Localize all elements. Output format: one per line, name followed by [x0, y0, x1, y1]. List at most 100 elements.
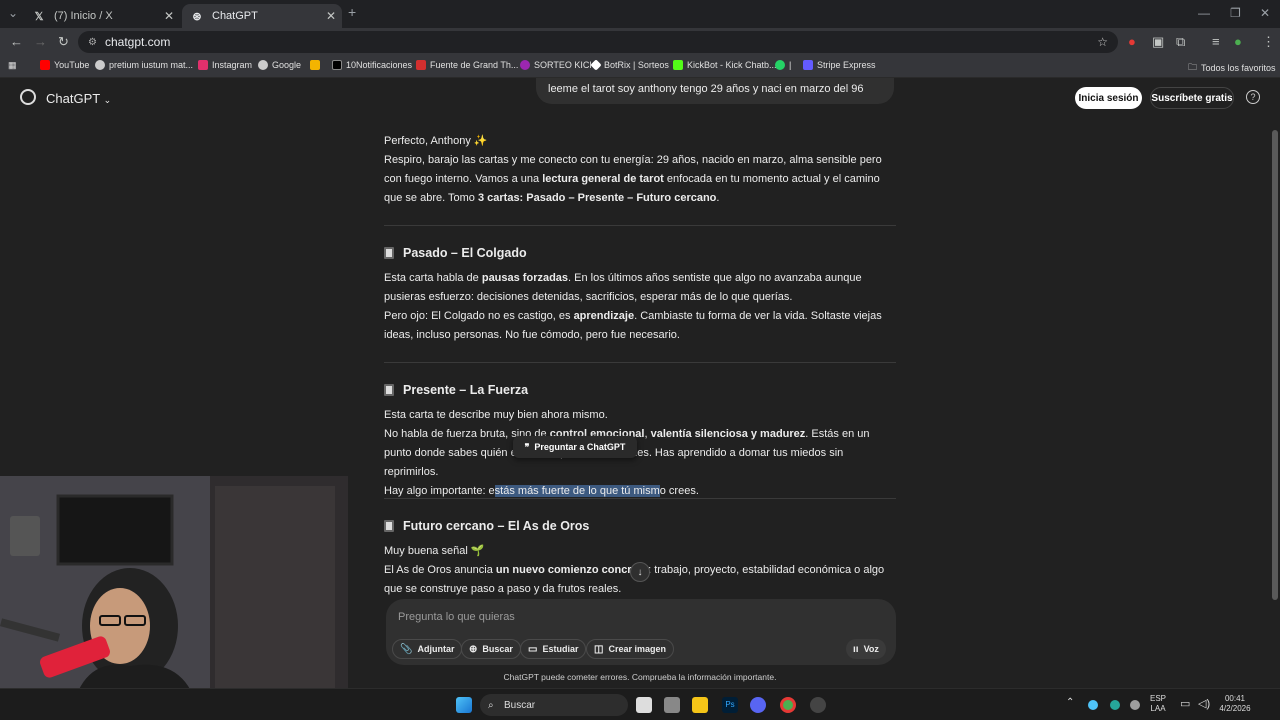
bookmark-notifications[interactable]: 10Notificaciones [332, 60, 412, 70]
model-selector[interactable]: ChatGPT ⌄ [46, 91, 111, 106]
search-button[interactable]: ⊕ Buscar [461, 639, 521, 659]
task-view-icon[interactable] [636, 697, 652, 713]
subscribe-button[interactable]: Suscríbete gratis [1150, 87, 1234, 109]
restore-icon[interactable]: ❐ [1230, 6, 1241, 20]
minimize-icon[interactable]: — [1198, 6, 1210, 20]
reply-greeting: Perfecto, Anthony ✨ [384, 135, 488, 147]
create-image-button[interactable]: ◫ Crear imagen [586, 639, 674, 659]
windows-taskbar: ⌕ Buscar Ps ⌃ ESP LAA ▭ ◁) 00:41 4/2/2026 [0, 688, 1280, 720]
address-bar[interactable]: ⚙ chatgpt.com ☆ [78, 31, 1118, 53]
chevron-up-icon[interactable]: ⌃ [1066, 697, 1082, 713]
scroll-thumb[interactable] [1272, 130, 1278, 600]
discord-icon[interactable] [750, 697, 766, 713]
url-text: chatgpt.com [104, 35, 171, 49]
study-button[interactable]: ▭ Estudiar [520, 639, 587, 659]
bookmark-instagram[interactable]: Instagram [198, 60, 252, 70]
all-bookmarks[interactable]: 🗀 Todos los favoritos [1188, 60, 1276, 76]
voice-button[interactable]: ıı Voz [846, 639, 886, 659]
kick-icon [520, 60, 530, 70]
scroll-down-button[interactable]: ↓ [630, 562, 650, 582]
file-explorer-icon[interactable] [692, 697, 708, 713]
window-close-icon[interactable]: ✕ [1260, 6, 1270, 20]
bookmark-slack[interactable] [310, 60, 324, 70]
app-icon[interactable] [664, 697, 680, 713]
bookmark-kickbot[interactable]: KickBot - Kick Chatb... [673, 60, 777, 70]
ask-chatgpt-tooltip[interactable]: ❞ Preguntar a ChatGPT [513, 436, 637, 458]
google-icon [258, 60, 268, 70]
divider [384, 498, 896, 499]
prompt-input[interactable]: Pregunta lo que quieras [398, 611, 515, 623]
bookmark-stripe[interactable]: Stripe Express [803, 60, 876, 70]
apps-grid-icon[interactable]: ▦ [8, 60, 17, 71]
login-button[interactable]: Inicia sesión [1075, 87, 1142, 109]
font-icon [416, 60, 426, 70]
reading-list-icon[interactable]: ≡ [1212, 34, 1220, 49]
back-icon[interactable]: ← [10, 34, 23, 49]
language-indicator[interactable]: ESP LAA [1150, 694, 1166, 714]
globe-icon: ⊕ [469, 643, 478, 655]
bookmark-botrix[interactable]: BotRix | Sorteos [590, 59, 669, 71]
card-icon [384, 247, 394, 259]
photoshop-icon[interactable]: Ps [722, 697, 738, 713]
extensions-puzzle-icon[interactable]: ⧉ [1176, 34, 1185, 50]
tab-strip: ⌄ 𝕏 (7) Inicio / X ✕ ⊛ ChatGPT ✕ + — ❐ ✕ [0, 0, 1280, 28]
webcam-overlay [0, 476, 348, 720]
volume-icon[interactable]: ◁) [1198, 697, 1214, 713]
bookmark-star-icon[interactable]: ☆ [1097, 35, 1108, 49]
bookmark-youtube[interactable]: YouTube [40, 60, 89, 70]
site-info-icon[interactable]: ⚙ [88, 37, 97, 48]
chrome-icon[interactable] [780, 697, 796, 713]
windows-start-icon[interactable] [456, 697, 472, 713]
menu-kebab-icon[interactable]: ⋮ [1262, 34, 1275, 50]
botrix-icon [590, 59, 602, 71]
image-icon: ◫ [594, 643, 604, 655]
profile-avatar[interactable]: ● [1234, 34, 1242, 49]
tab-search-icon[interactable]: ⌄ [8, 6, 18, 20]
tab-x[interactable]: 𝕏 (7) Inicio / X ✕ [24, 4, 180, 28]
disclaimer: ChatGPT puede cometer errores. Comprueba… [503, 672, 777, 682]
reload-icon[interactable]: ↻ [58, 34, 69, 50]
bookmarks-bar: ▦ YouTube pretium iustum mat... Instagra… [0, 56, 1280, 78]
kickbot-icon [673, 60, 683, 70]
new-tab-icon[interactable]: + [348, 4, 356, 20]
close-icon[interactable]: ✕ [326, 9, 336, 23]
help-icon[interactable]: ? [1246, 90, 1260, 104]
bookmark-pretium[interactable]: pretium iustum mat... [95, 60, 193, 70]
waveform-icon: ıı [853, 643, 859, 655]
bookmark-sorteo-kick[interactable]: SORTEO KICK [520, 60, 595, 70]
quote-icon: ❞ [524, 441, 530, 452]
bookmark-whatsapp[interactable]: | [775, 60, 791, 70]
tray-icon[interactable] [1088, 700, 1098, 710]
network-icon[interactable]: ▭ [1180, 697, 1196, 713]
bookmark-google[interactable]: Google [258, 60, 301, 70]
obs-icon[interactable] [810, 697, 826, 713]
chatgpt-logo-icon [20, 89, 36, 105]
paperclip-icon: 📎 [400, 643, 413, 655]
bookmark-gta[interactable]: Fuente de Grand Th... [416, 60, 518, 70]
scrollbar[interactable] [1270, 80, 1280, 692]
taskbar-search[interactable]: ⌕ Buscar [480, 694, 628, 716]
reply-intro-text: Respiro, barajo las cartas y me conecto … [384, 154, 882, 204]
whatsapp-icon [775, 60, 785, 70]
slack-icon [310, 60, 320, 70]
tab-label: ChatGPT [212, 10, 258, 22]
clock[interactable]: 00:41 4/2/2026 [1214, 694, 1256, 714]
extension-icon[interactable]: ▣ [1152, 34, 1164, 50]
section-heading-presente: Presente – La Fuerza [384, 383, 528, 397]
pasado-text: Esta carta habla de pausas forzadas. En … [384, 272, 882, 341]
search-icon: ⌕ [488, 699, 494, 711]
divider [384, 362, 896, 363]
chatgpt-header: ChatGPT ⌄ Inicia sesión Suscríbete grati… [0, 82, 1270, 114]
tray-icon[interactable] [1110, 700, 1120, 710]
attach-button[interactable]: 📎 Adjuntar [392, 639, 463, 659]
forward-icon[interactable]: → [34, 34, 47, 49]
selected-text[interactable]: stás más fuerte de lo que tú mism [494, 485, 660, 497]
tab-chatgpt[interactable]: ⊛ ChatGPT ✕ [182, 4, 342, 28]
tray-icon[interactable] [1130, 700, 1140, 710]
card-icon [384, 384, 394, 396]
composer[interactable]: Pregunta lo que quieras 📎 Adjuntar ⊕ Busca… [386, 599, 896, 665]
divider [384, 225, 896, 226]
extension-icon[interactable]: ● [1128, 34, 1136, 49]
chatgpt-icon: ⊛ [192, 10, 202, 23]
close-icon[interactable]: ✕ [164, 9, 174, 23]
